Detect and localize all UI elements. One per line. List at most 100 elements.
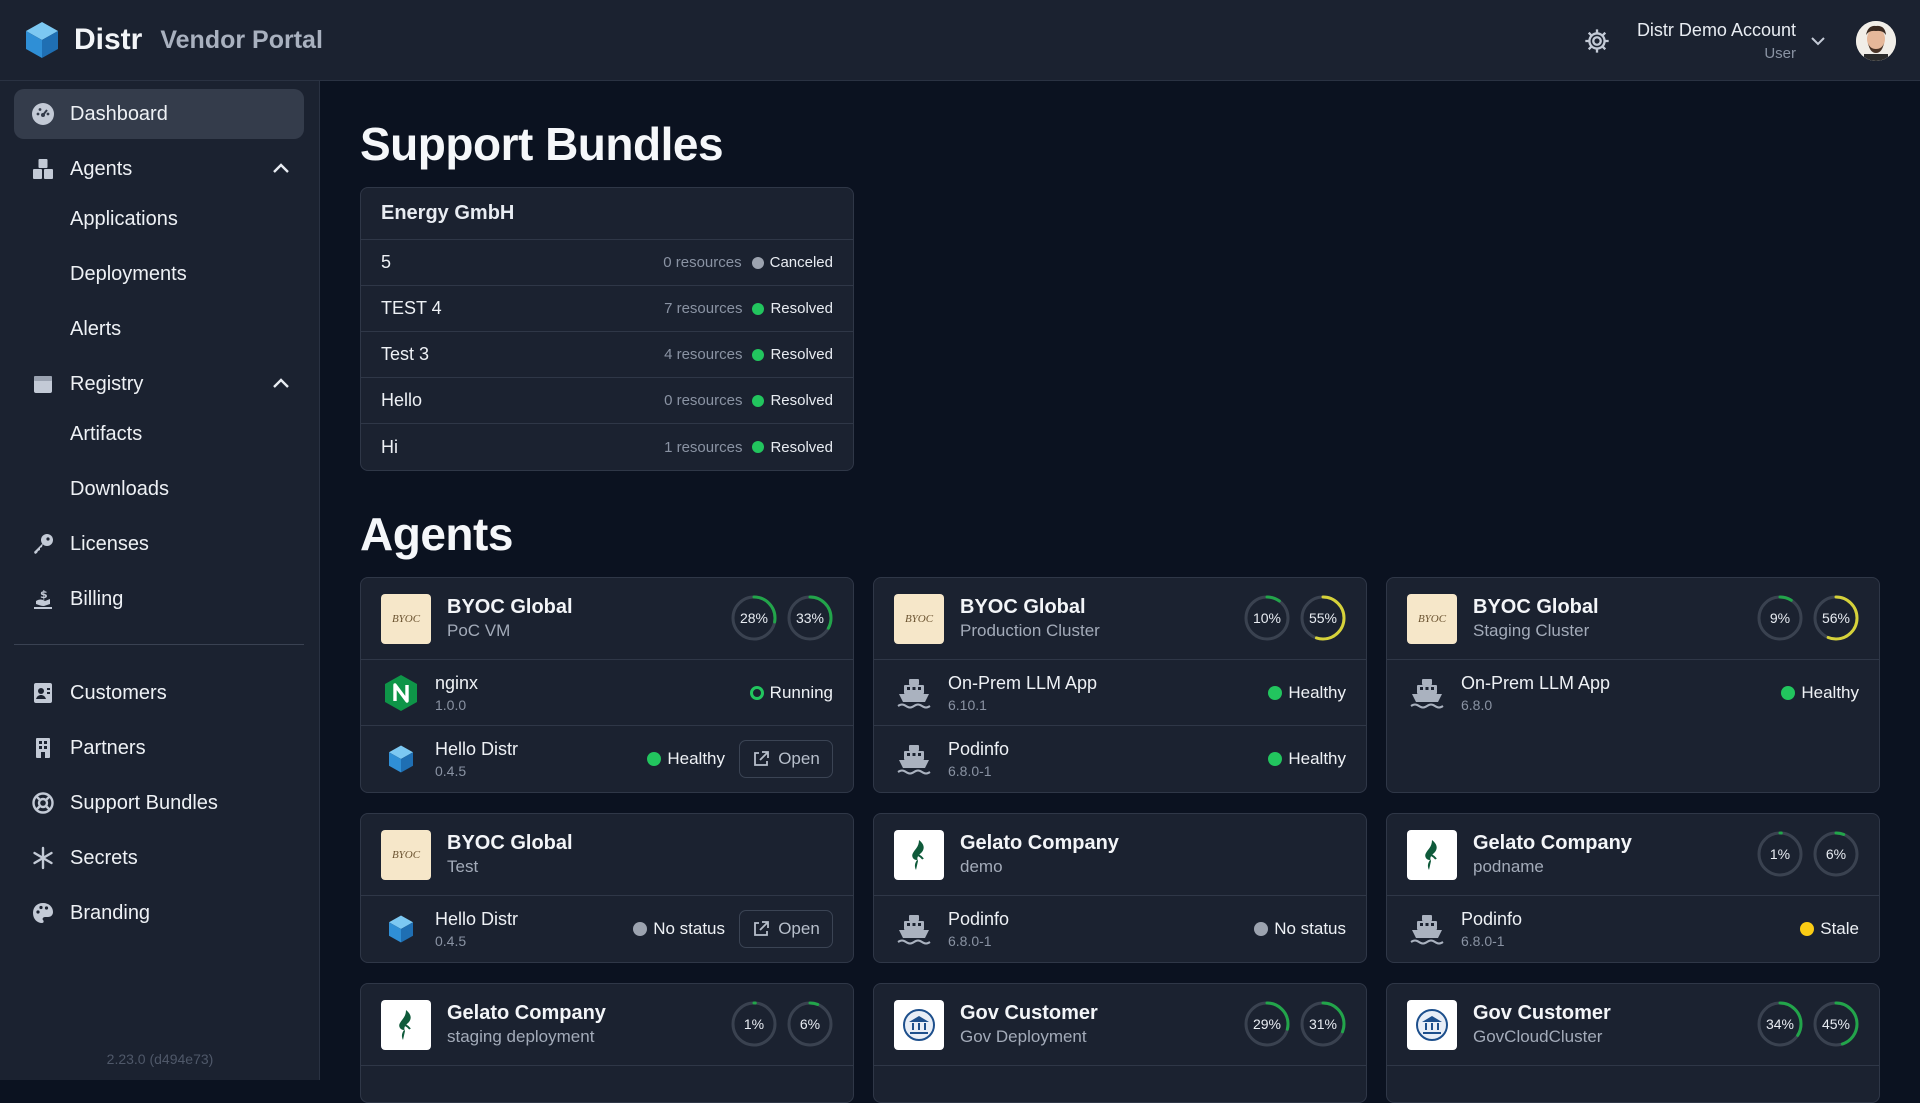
deployment-name: On-Prem LLM App bbox=[948, 672, 1098, 693]
bundle-resources: 7 resources bbox=[664, 300, 743, 317]
deployment-version: 6.8.0-1 bbox=[1461, 933, 1505, 949]
gear-icon[interactable] bbox=[1583, 27, 1611, 55]
status-badge: Canceled bbox=[769, 254, 833, 271]
gauge-value: 6% bbox=[1825, 846, 1847, 862]
sidebar-item-partners[interactable]: Partners bbox=[14, 723, 304, 773]
usage-gauge: 29% bbox=[1242, 999, 1292, 1049]
open-button[interactable]: Open bbox=[739, 910, 833, 948]
agent-card-header: BYOC BYOC Global Staging Cluster 9% 56% bbox=[1387, 578, 1879, 660]
deployment-name: Podinfo bbox=[948, 909, 1010, 929]
chevron-up-icon[interactable] bbox=[270, 158, 292, 180]
sidebar-item-support-bundles[interactable]: Support Bundles bbox=[14, 778, 304, 828]
deployment-row[interactable]: Podinfo 6.8.0-1 No status bbox=[874, 896, 1366, 962]
account-menu[interactable]: Distr Demo Account User bbox=[1637, 20, 1796, 62]
deployment-row[interactable]: Hello Distr 0.4.5 No status Open bbox=[361, 896, 853, 962]
agent-name: PoC VM bbox=[447, 621, 511, 640]
status-dot bbox=[752, 348, 765, 361]
deployment-name: Hello Distr bbox=[435, 909, 519, 929]
external-link-icon bbox=[754, 921, 770, 936]
sidebar-item-label: Support Bundles bbox=[70, 791, 218, 814]
sidebar-item-artifacts[interactable]: Artifacts bbox=[14, 409, 304, 459]
agent-card[interactable]: BYOC BYOC Global Production Cluster 10% … bbox=[873, 577, 1367, 793]
agent-card-header: Gov Customer GovCloudCluster 34% 45% bbox=[1387, 984, 1879, 1066]
deployment-row[interactable]: On-Prem LLM App 6.8.0 Healthy bbox=[1387, 660, 1879, 726]
status-dot bbox=[1268, 752, 1283, 766]
agent-card[interactable]: BYOC BYOC Global PoC VM 28% 33% nginx 1.… bbox=[360, 577, 854, 793]
bundle-name: Hello bbox=[381, 390, 423, 410]
chevron-up-icon[interactable] bbox=[270, 373, 292, 395]
sidebar-item-label: Artifacts bbox=[70, 422, 143, 445]
status-badge: Resolved bbox=[770, 300, 833, 317]
usage-gauge: 1% bbox=[729, 999, 779, 1049]
byoc-logo-text: BYOC bbox=[1417, 612, 1447, 625]
deployment-row[interactable]: Podinfo 6.8.0-1 Stale bbox=[1387, 896, 1879, 962]
bundle-resources: 0 resources bbox=[663, 254, 742, 271]
support-bundles-card: Energy GmbH 5 0 resources Canceled TEST 4 7 … bbox=[360, 187, 854, 471]
agent-card[interactable]: Gelato Company demo Podinfo 6.8.0-1 No s… bbox=[873, 813, 1367, 963]
status-badge: Healthy bbox=[1781, 683, 1859, 703]
sidebar-item-branding[interactable]: Branding bbox=[14, 888, 304, 938]
agent-name: Staging Cluster bbox=[1473, 621, 1590, 640]
usage-gauge: 45% bbox=[1811, 999, 1861, 1049]
agent-customer: Gov Customer bbox=[960, 1002, 1098, 1024]
sidebar-item-registry[interactable]: Registry bbox=[14, 359, 304, 409]
sidebar-item-customers[interactable]: Customers bbox=[14, 668, 304, 718]
support-bundles-heading: Support Bundles bbox=[360, 118, 724, 170]
table-row[interactable]: Hi 1 resources Resolved bbox=[361, 424, 853, 470]
deployment-row[interactable]: Podinfo 6.8.0-1 Healthy bbox=[874, 726, 1366, 792]
deployment-row[interactable]: nginx 1.0.0 Running bbox=[361, 660, 853, 726]
agent-card[interactable]: Gov Customer Gov Deployment 29% 31% bbox=[873, 983, 1367, 1103]
open-button[interactable]: Open bbox=[739, 740, 833, 778]
sidebar-item-downloads[interactable]: Downloads bbox=[14, 464, 304, 514]
avatar[interactable] bbox=[1856, 20, 1896, 61]
billing-icon: $ bbox=[30, 586, 56, 612]
gov-logo-icon bbox=[1407, 999, 1457, 1050]
sidebar-item-licenses[interactable]: Licenses bbox=[14, 519, 304, 569]
key-icon bbox=[30, 531, 56, 557]
gauge-value: 56% bbox=[1821, 610, 1851, 626]
usage-gauge: 9% bbox=[1755, 593, 1805, 643]
agent-name: staging deployment bbox=[447, 1027, 595, 1046]
ship-icon bbox=[1407, 909, 1447, 949]
chevron-down-icon[interactable] bbox=[1808, 31, 1828, 51]
gauge-value: 33% bbox=[795, 610, 825, 626]
agent-card-header: Gov Customer Gov Deployment 29% 31% bbox=[874, 984, 1366, 1066]
agent-card[interactable]: BYOC BYOC Global Staging Cluster 9% 56% … bbox=[1386, 577, 1880, 793]
agent-card[interactable]: Gov Customer GovCloudCluster 34% 45% bbox=[1386, 983, 1880, 1103]
sidebar-item-billing[interactable]: $ Billing bbox=[14, 574, 304, 624]
bundle-resources: 4 resources bbox=[664, 346, 743, 363]
table-row[interactable]: Hello 0 resources Resolved bbox=[361, 378, 853, 424]
status-dot bbox=[1254, 922, 1269, 936]
gov-logo-icon bbox=[894, 999, 944, 1050]
deployment-version: 0.4.5 bbox=[435, 933, 467, 949]
usage-gauge: 6% bbox=[785, 999, 835, 1049]
usage-gauges: 34% 45% bbox=[1749, 999, 1861, 1049]
gelato-logo-icon bbox=[381, 999, 431, 1050]
sidebar-item-secrets[interactable]: Secrets bbox=[14, 833, 304, 883]
sidebar-item-alerts[interactable]: Alerts bbox=[14, 304, 304, 354]
table-row[interactable]: Test 3 4 resources Resolved bbox=[361, 332, 853, 378]
sidebar-item-label: Dashboard bbox=[70, 102, 168, 125]
agent-card[interactable]: Gelato Company staging deployment 1% 6% bbox=[360, 983, 854, 1103]
table-row[interactable]: 5 0 resources Canceled bbox=[361, 240, 853, 286]
external-link-icon bbox=[754, 751, 770, 766]
agent-card[interactable]: Gelato Company podname 1% 6% Podinfo 6.8… bbox=[1386, 813, 1880, 963]
brand[interactable]: Distr Vendor Portal bbox=[24, 20, 323, 60]
sidebar-item-dashboard[interactable]: Dashboard bbox=[14, 89, 304, 139]
sidebar-item-deployments[interactable]: Deployments bbox=[14, 249, 304, 299]
agent-customer: BYOC Global bbox=[1473, 596, 1599, 618]
byoc-logo-text: BYOC bbox=[391, 848, 421, 861]
sidebar-item-agents[interactable]: Agents bbox=[14, 144, 304, 194]
table-row[interactable]: TEST 4 7 resources Resolved bbox=[361, 286, 853, 332]
bundle-name: TEST 4 bbox=[381, 298, 442, 318]
agent-card[interactable]: BYOC BYOC Global Test Hello Distr 0.4.5 … bbox=[360, 813, 854, 963]
usage-gauge: 33% bbox=[785, 593, 835, 643]
sidebar-item-applications[interactable]: Applications bbox=[14, 194, 304, 244]
status-badge: Stale bbox=[1800, 919, 1859, 939]
sidebar-item-label: Billing bbox=[70, 587, 124, 610]
deployment-row[interactable]: Hello Distr 0.4.5 Healthy Open bbox=[361, 726, 853, 792]
usage-gauge: 34% bbox=[1755, 999, 1805, 1049]
sidebar-item-label: Licenses bbox=[70, 532, 149, 555]
agent-name: GovCloudCluster bbox=[1473, 1027, 1603, 1046]
deployment-row[interactable]: On-Prem LLM App 6.10.1 Healthy bbox=[874, 660, 1366, 726]
